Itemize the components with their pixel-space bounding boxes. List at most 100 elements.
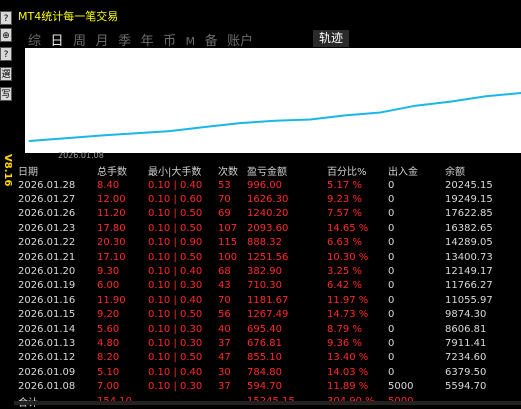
cell-range: 0.10 | 0.40 (148, 178, 218, 192)
header-lots: 总手数 (97, 163, 148, 178)
cell-range: 0.10 | 0.50 (148, 351, 218, 365)
cell-range: 0.10 | 0.40 (148, 365, 218, 379)
cell-pct: 6.42 % (327, 279, 388, 293)
cell-balance: 9874.30 (445, 308, 505, 322)
cell-pl: 594.70 (247, 379, 327, 393)
help-icon[interactable]: ? (0, 11, 12, 25)
tab-quarter[interactable]: 季 (118, 30, 131, 49)
cell-lots: 7.00 (97, 379, 148, 393)
cell-balance: 14289.05 (445, 236, 505, 250)
tab-year[interactable]: 年 (141, 30, 154, 49)
cell-lots: 8.40 (97, 178, 148, 192)
cell-pl: 710.30 (247, 279, 327, 293)
cell-pl: 1626.30 (247, 192, 327, 206)
cell-range: 0.10 | 0.40 (148, 293, 218, 307)
equity-chart-svg (25, 48, 521, 153)
cell-date: 2026.01.16 (18, 293, 97, 307)
window-title: MT4统计每一笔交易 (18, 8, 118, 24)
cell-pct: 3.25 % (327, 264, 388, 278)
cell-lots: 12.00 (97, 192, 148, 206)
cell-io: 0 (388, 236, 445, 250)
table-header: 日期 总手数 最小|大手数 次数 盈亏金额 百分比% 出入金 余额 (18, 163, 505, 178)
cell-pct: 6.63 % (327, 236, 388, 250)
cell-balance: 19249.15 (445, 192, 505, 206)
tab-account[interactable]: 账户 (227, 30, 253, 49)
cell-count: 107 (218, 221, 247, 235)
cell-io: 0 (388, 279, 445, 293)
cell-balance: 7234.60 (445, 351, 505, 365)
cell-pct: 9.23 % (327, 192, 388, 206)
cell-pl: 2093.60 (247, 221, 327, 235)
cell-balance: 8606.81 (445, 322, 505, 336)
cell-io: 5000 (388, 379, 445, 393)
cell-lots: 4.80 (97, 336, 148, 350)
cell-range: 0.10 | 0.50 (148, 207, 218, 221)
cell-lots: 8.20 (97, 351, 148, 365)
cell-io: 0 (388, 264, 445, 278)
table-row: 2026.01.2611.200.10 | 0.50691240.207.57 … (18, 207, 505, 221)
cell-lots: 17.10 (97, 250, 148, 264)
cell-count: 68 (218, 264, 247, 278)
cell-balance: 5594.70 (445, 379, 505, 393)
version-label: V8.16 (0, 150, 13, 190)
cell-count: 100 (218, 250, 247, 264)
select-icon[interactable]: 選 (0, 67, 12, 81)
cell-date: 2026.01.26 (18, 207, 97, 221)
cell-lots: 9.30 (97, 264, 148, 278)
equity-point (169, 131, 170, 132)
cell-io: 0 (388, 351, 445, 365)
cell-pct: 8.79 % (327, 322, 388, 336)
tab-day[interactable]: 日 (51, 30, 64, 49)
cell-date: 2026.01.15 (18, 308, 97, 322)
chart-x-tick: 2026.01.08 (58, 151, 104, 160)
cell-date: 2026.01.28 (18, 178, 97, 192)
cell-range: 0.10 | 0.50 (148, 221, 218, 235)
cell-date: 2026.01.08 (18, 379, 97, 393)
equity-point (239, 123, 240, 124)
cell-range: 0.10 | 0.30 (148, 279, 218, 293)
write-icon[interactable]: 写 (0, 87, 12, 101)
tab-currency[interactable]: 币 (163, 30, 176, 49)
cell-lots: 11.20 (97, 207, 148, 221)
tab-m[interactable]: M (186, 35, 196, 48)
tab-overview[interactable]: 综 (28, 30, 41, 49)
table-row: 2026.01.209.300.10 | 0.4068382.903.25 %0… (18, 264, 505, 278)
table-row: 2026.01.095.100.10 | 0.4030784.8014.03 %… (18, 365, 505, 379)
cell-io: 0 (388, 308, 445, 322)
equity-point (380, 112, 381, 113)
cell-pct: 7.57 % (327, 207, 388, 221)
cell-pl: 1251.56 (247, 250, 327, 264)
trace-button[interactable]: 轨迹 (313, 30, 349, 47)
cell-pl: 784.80 (247, 365, 327, 379)
cell-date: 2026.01.12 (18, 351, 97, 365)
table-row: 2026.01.134.800.10 | 0.3037676.819.36 %0… (18, 336, 505, 350)
question-icon[interactable]: ? (0, 47, 12, 61)
move-icon[interactable]: ⊕ (0, 28, 12, 42)
cell-pct: 13.40 % (327, 351, 388, 365)
cell-io: 0 (388, 221, 445, 235)
cell-io: 0 (388, 293, 445, 307)
cell-lots: 17.80 (97, 221, 148, 235)
cell-range: 0.10 | 0.30 (148, 322, 218, 336)
cell-pl: 996.00 (247, 178, 327, 192)
table-row: 2026.01.128.200.10 | 0.5047855.1013.40 %… (18, 351, 505, 365)
cell-balance: 11766.27 (445, 279, 505, 293)
cell-pct: 11.97 % (327, 293, 388, 307)
tab-notes[interactable]: 备 (205, 30, 218, 49)
cell-io: 0 (388, 250, 445, 264)
table-row: 2026.01.2317.800.10 | 0.501072093.6014.6… (18, 221, 505, 235)
daily-stats-table: 日期 总手数 最小|大手数 次数 盈亏金额 百分比% 出入金 余额 2026.0… (18, 163, 505, 409)
cell-pct: 14.65 % (327, 221, 388, 235)
cell-io: 0 (388, 207, 445, 221)
tab-month[interactable]: 月 (96, 30, 109, 49)
table-row: 2026.01.288.400.10 | 0.4053996.005.17 %0… (18, 178, 505, 192)
cell-range: 0.10 | 0.60 (148, 192, 218, 206)
equity-point (204, 127, 205, 128)
cell-balance: 6379.50 (445, 365, 505, 379)
cell-date: 2026.01.23 (18, 221, 97, 235)
cell-range: 0.10 | 0.30 (148, 379, 218, 393)
cell-io: 0 (388, 336, 445, 350)
cell-pct: 9.36 % (327, 336, 388, 350)
tab-week[interactable]: 周 (73, 30, 86, 49)
equity-point (310, 119, 311, 120)
